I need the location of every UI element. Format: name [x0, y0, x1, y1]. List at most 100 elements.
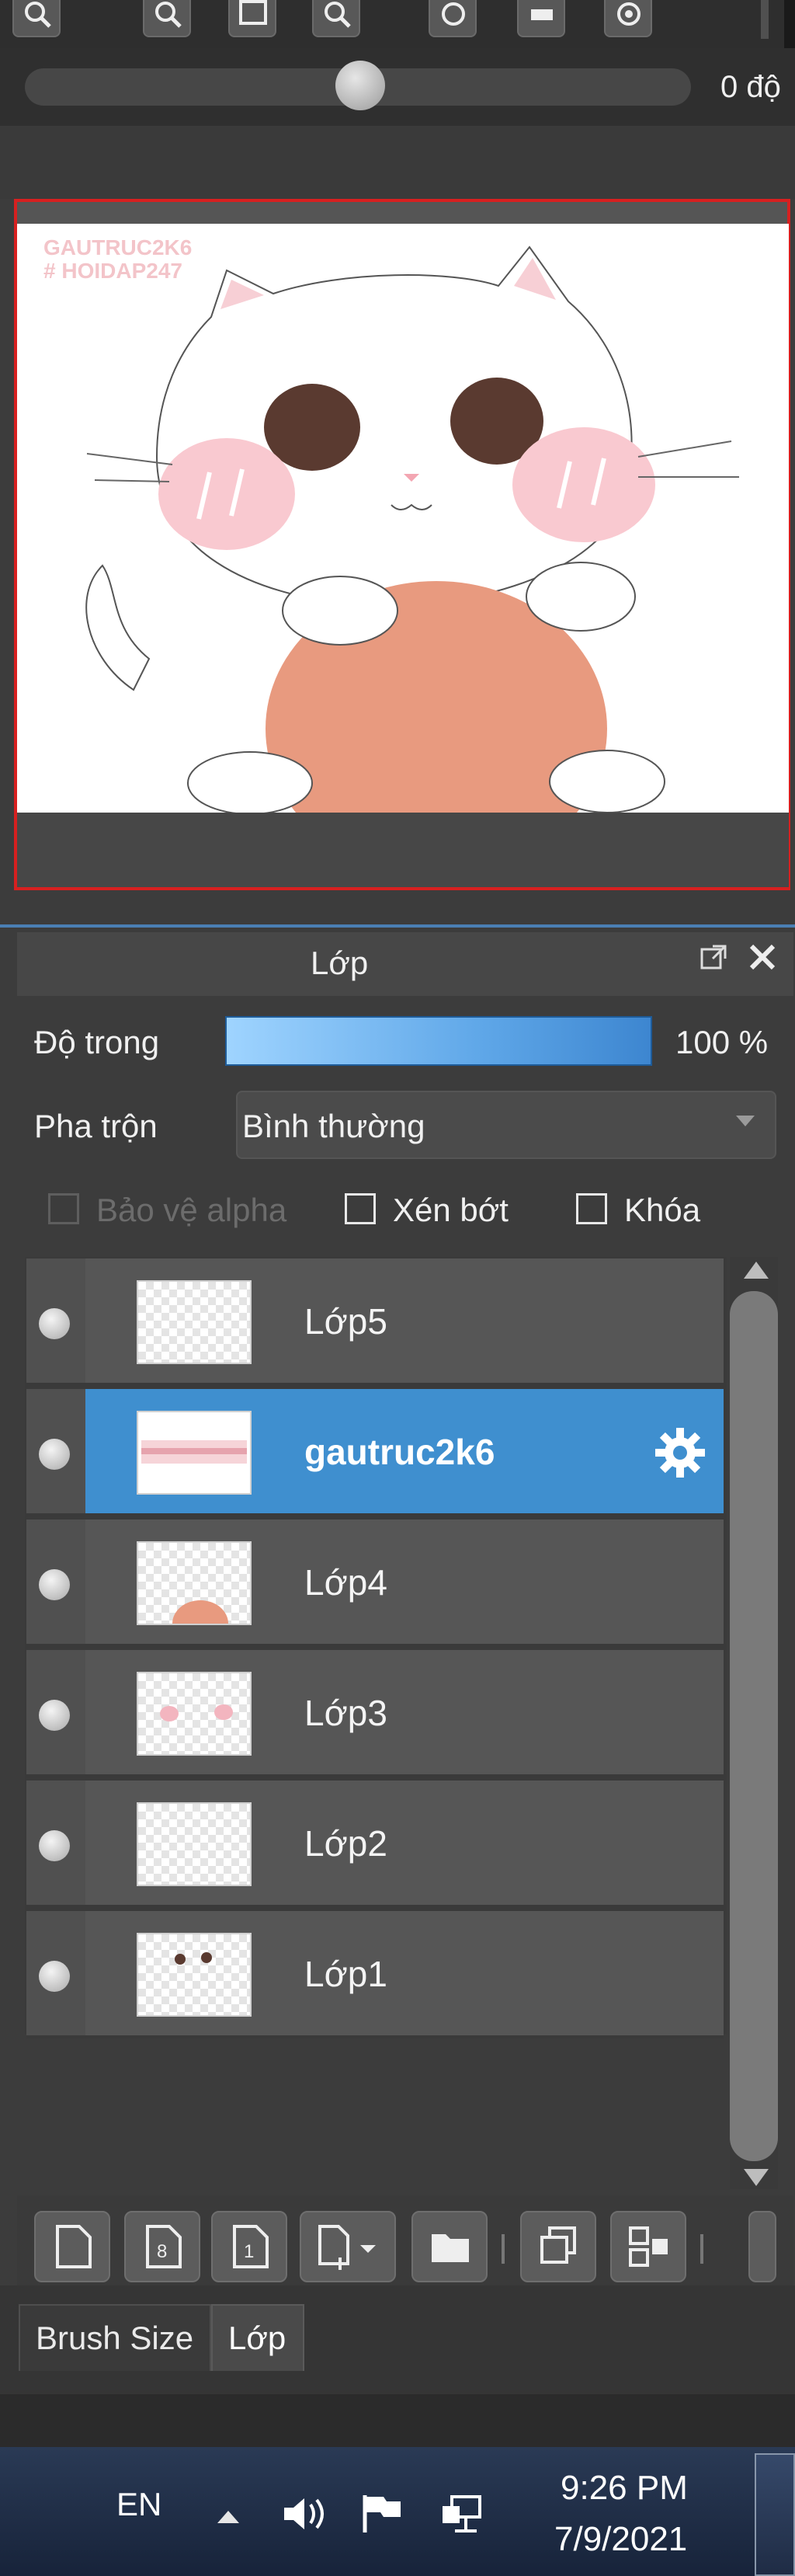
layer-toolbar-overflow[interactable]	[748, 2211, 776, 2282]
canvas-preview[interactable]: GAUTRUC2K6 # HOIDAP247	[17, 224, 789, 813]
flip-icon	[531, 9, 553, 20]
rotate-right-icon	[617, 2, 641, 26]
layer-thumbnail-image	[141, 1440, 247, 1464]
svg-text:8: 8	[157, 2241, 167, 2262]
protect-alpha-label: Bảo vệ alpha	[96, 1192, 287, 1228]
zoom-100-icon	[325, 2, 351, 28]
protect-alpha-checkbox[interactable]	[48, 1193, 79, 1224]
speaker-icon[interactable]	[279, 2492, 329, 2536]
layer-row[interactable]: gautruc2k6	[26, 1389, 724, 1516]
network-icon[interactable]	[439, 2492, 489, 2536]
toolbar-separator	[700, 2234, 703, 2264]
rotation-slider-handle[interactable]	[335, 61, 385, 110]
visibility-toggle-icon[interactable]	[39, 1569, 70, 1600]
layer-row[interactable]: Lớp4	[26, 1519, 724, 1647]
layer-thumbnail	[137, 1541, 252, 1625]
scroll-thumb[interactable]	[730, 1291, 778, 2161]
layer-thumbnail-image	[175, 1952, 212, 1965]
rotate-left-icon	[442, 2, 465, 26]
clock-date[interactable]: 7/9/2021	[554, 2520, 687, 2559]
clipping-checkbox[interactable]	[345, 1193, 376, 1224]
visibility-column	[26, 1650, 85, 1774]
merge-layer-button[interactable]	[610, 2211, 686, 2282]
blend-mode-value: Bình thường	[242, 1108, 425, 1144]
lock-checkbox[interactable]	[576, 1193, 607, 1224]
tray-expand-icon[interactable]	[217, 2511, 239, 2523]
navigator-margin	[17, 813, 789, 887]
layer-row[interactable]: Lớp5	[26, 1258, 724, 1386]
layer-thumbnail	[137, 1672, 252, 1756]
panel-divider[interactable]	[0, 924, 795, 928]
new-1bit-layer-icon: 1	[233, 2225, 269, 2268]
new-layer-button[interactable]	[34, 2211, 110, 2282]
zoom-out-button[interactable]	[143, 0, 191, 37]
new-8bit-layer-button[interactable]: 8	[124, 2211, 200, 2282]
view-toolbar	[0, 0, 795, 48]
layer-thumbnail-image	[160, 1704, 233, 1721]
show-desktop-button[interactable]	[755, 2453, 795, 2576]
chevron-down-icon	[736, 1116, 755, 1126]
visibility-toggle-icon[interactable]	[39, 1961, 70, 1992]
input-language-indicator[interactable]: EN	[116, 2486, 161, 2523]
layer-row[interactable]: Lớp1	[26, 1911, 724, 2038]
zoom-actual-button[interactable]	[312, 0, 360, 37]
visibility-column	[26, 1911, 85, 2035]
layer-thumbnail	[137, 1411, 252, 1495]
gear-icon[interactable]	[652, 1425, 708, 1481]
new-folder-button[interactable]	[411, 2211, 488, 2282]
layer-name: Lớp2	[304, 1823, 387, 1864]
tab-layer[interactable]: Lớp	[211, 2304, 304, 2371]
flip-button[interactable]	[517, 0, 565, 37]
watermark-text: GAUTRUC2K6 # HOIDAP247	[43, 235, 193, 283]
opacity-label: Độ trong	[34, 1024, 160, 1060]
layer-name: Lớp1	[304, 1954, 387, 1994]
opacity-slider[interactable]	[225, 1016, 652, 1066]
layer-name: gautruc2k6	[304, 1432, 495, 1472]
duplicate-icon	[540, 2226, 576, 2264]
cat-illustration	[85, 245, 739, 813]
visibility-column	[26, 1258, 85, 1383]
visibility-toggle-icon[interactable]	[39, 1308, 70, 1339]
add-layer-icon	[318, 2225, 376, 2270]
layer-name: Lớp3	[304, 1693, 387, 1733]
zoom-in-button[interactable]	[12, 0, 61, 37]
clock-time[interactable]: 9:26 PM	[561, 2469, 688, 2508]
zoom-out-icon	[155, 2, 182, 28]
window-edge	[784, 0, 795, 48]
tab-brush-size[interactable]: Brush Size	[19, 2304, 211, 2371]
rotate-right-button[interactable]	[604, 0, 652, 37]
svg-text:1: 1	[244, 2241, 254, 2262]
rotate-left-button[interactable]	[429, 0, 477, 37]
visibility-toggle-icon[interactable]	[39, 1439, 70, 1470]
fit-window-button[interactable]	[228, 0, 276, 37]
layer-thumbnail	[137, 1933, 252, 2017]
visibility-column	[26, 1519, 85, 1644]
layer-row[interactable]: Lớp2	[26, 1781, 724, 1908]
clipping-label: Xén bớt	[393, 1192, 509, 1228]
scroll-down-icon[interactable]	[744, 2169, 769, 2186]
new-1bit-layer-button[interactable]: 1	[211, 2211, 287, 2282]
new-layer-icon	[56, 2225, 92, 2268]
close-icon[interactable]	[747, 942, 778, 973]
folder-icon	[432, 2234, 469, 2262]
duplicate-layer-button[interactable]	[520, 2211, 596, 2282]
layer-name: Lớp4	[304, 1562, 387, 1603]
layer-thumbnail	[137, 1802, 252, 1886]
action-center-flag-icon[interactable]	[357, 2492, 407, 2536]
layer-row[interactable]: Lớp3	[26, 1650, 724, 1777]
toolbar-separator	[502, 2234, 505, 2264]
scroll-up-icon[interactable]	[744, 1262, 769, 1279]
visibility-toggle-icon[interactable]	[39, 1700, 70, 1731]
detach-icon[interactable]	[699, 942, 730, 973]
add-layer-menu-button[interactable]	[300, 2211, 396, 2282]
fit-icon	[239, 0, 267, 25]
zoom-in-icon	[25, 2, 51, 28]
navigator-spacer	[0, 126, 795, 199]
lock-label: Khóa	[624, 1192, 701, 1228]
layer-panel-title: Lớp	[311, 945, 369, 981]
visibility-toggle-icon[interactable]	[39, 1830, 70, 1861]
rotation-value: 0 độ	[720, 70, 781, 104]
layer-thumbnail	[137, 1280, 252, 1364]
blend-mode-label: Pha trộn	[34, 1108, 158, 1144]
new-8bit-layer-icon: 8	[146, 2225, 182, 2268]
